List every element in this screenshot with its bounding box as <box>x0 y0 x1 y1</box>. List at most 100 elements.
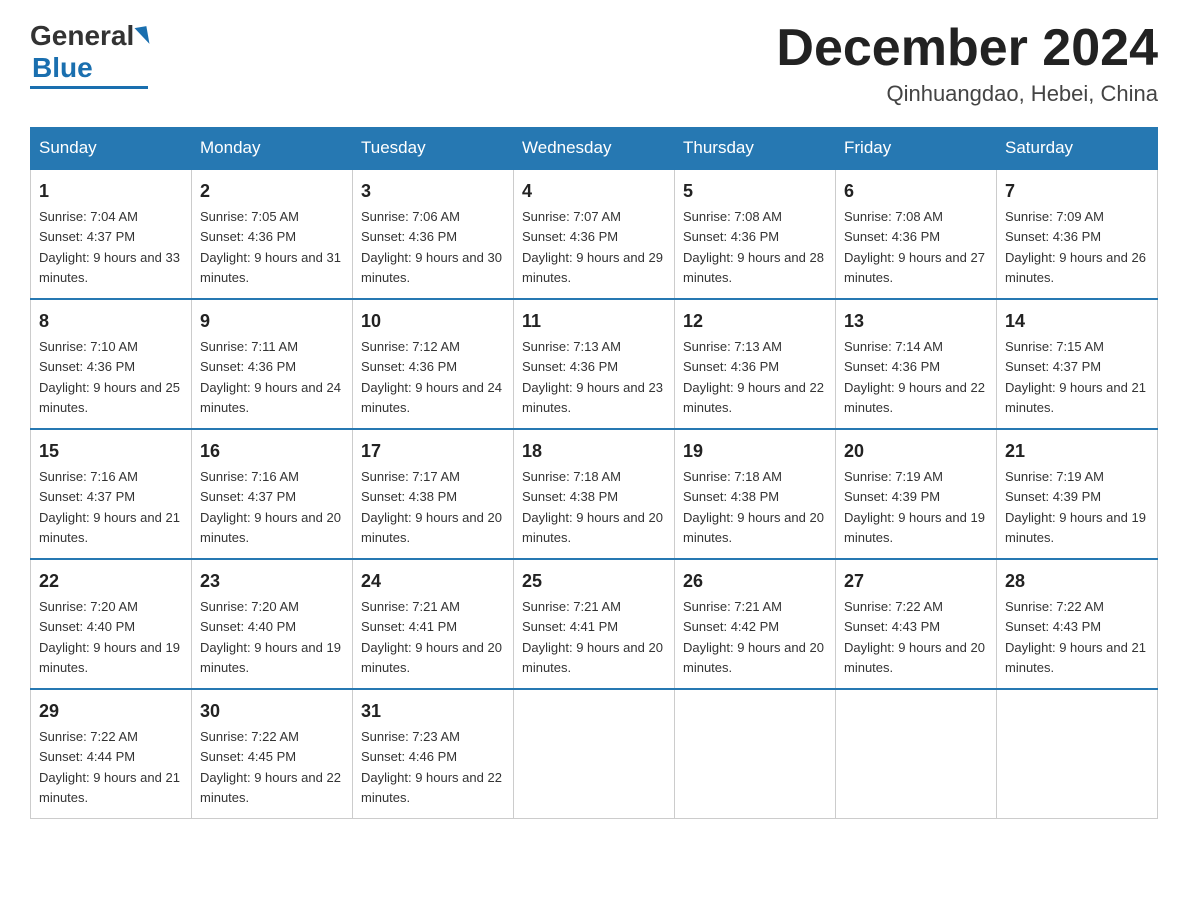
day-info: Sunrise: 7:08 AMSunset: 4:36 PMDaylight:… <box>844 209 985 285</box>
calendar-cell: 28Sunrise: 7:22 AMSunset: 4:43 PMDayligh… <box>997 559 1158 689</box>
day-number: 20 <box>844 438 988 465</box>
calendar-cell <box>836 689 997 819</box>
calendar-cell: 31Sunrise: 7:23 AMSunset: 4:46 PMDayligh… <box>353 689 514 819</box>
calendar-cell: 25 Sunrise: 7:21 AMSunset: 4:41 PMDayligh… <box>514 559 675 689</box>
column-header-tuesday: Tuesday <box>353 128 514 170</box>
day-number: 19 <box>683 438 827 465</box>
day-number: 18 <box>522 438 666 465</box>
day-number: 8 <box>39 308 183 335</box>
calendar-cell <box>675 689 836 819</box>
day-info: Sunrise: 7:05 AMSunset: 4:36 PMDaylight:… <box>200 209 341 285</box>
calendar-cell: 11Sunrise: 7:13 AMSunset: 4:36 PMDayligh… <box>514 299 675 429</box>
day-number: 7 <box>1005 178 1149 205</box>
calendar-cell <box>997 689 1158 819</box>
calendar-cell <box>514 689 675 819</box>
day-info: Sunrise: 7:22 AMSunset: 4:44 PMDaylight:… <box>39 729 180 805</box>
calendar-week-row: 22 Sunrise: 7:20 AMSunset: 4:40 PMDayligh… <box>31 559 1158 689</box>
calendar-cell: 17Sunrise: 7:17 AMSunset: 4:38 PMDayligh… <box>353 429 514 559</box>
day-number: 29 <box>39 698 183 725</box>
calendar-cell: 27Sunrise: 7:22 AMSunset: 4:43 PMDayligh… <box>836 559 997 689</box>
calendar-week-row: 1Sunrise: 7:04 AMSunset: 4:37 PMDaylight… <box>31 169 1158 299</box>
logo: General Blue <box>30 20 148 89</box>
calendar-cell: 23 Sunrise: 7:20 AMSunset: 4:40 PMDayligh… <box>192 559 353 689</box>
day-info: Sunrise: 7:18 AMSunset: 4:38 PMDaylight:… <box>683 469 824 545</box>
day-number: 3 <box>361 178 505 205</box>
day-number: 9 <box>200 308 344 335</box>
calendar-cell: 7Sunrise: 7:09 AMSunset: 4:36 PMDaylight… <box>997 169 1158 299</box>
title-section: December 2024 Qinhuangdao, Hebei, China <box>776 20 1158 107</box>
calendar-week-row: 29 Sunrise: 7:22 AMSunset: 4:44 PMDayligh… <box>31 689 1158 819</box>
logo-arrow-icon <box>135 26 150 46</box>
day-number: 25 <box>522 568 666 595</box>
calendar-cell: 22 Sunrise: 7:20 AMSunset: 4:40 PMDayligh… <box>31 559 192 689</box>
calendar-cell: 21 Sunrise: 7:19 AMSunset: 4:39 PMDayligh… <box>997 429 1158 559</box>
day-number: 24 <box>361 568 505 595</box>
column-header-friday: Friday <box>836 128 997 170</box>
day-info: Sunrise: 7:14 AMSunset: 4:36 PMDaylight:… <box>844 339 985 415</box>
calendar-cell: 8 Sunrise: 7:10 AMSunset: 4:36 PMDaylight… <box>31 299 192 429</box>
calendar-cell: 4Sunrise: 7:07 AMSunset: 4:36 PMDaylight… <box>514 169 675 299</box>
day-info: Sunrise: 7:20 AMSunset: 4:40 PMDaylight:… <box>200 599 341 675</box>
day-number: 13 <box>844 308 988 335</box>
calendar-cell: 18 Sunrise: 7:18 AMSunset: 4:38 PMDayligh… <box>514 429 675 559</box>
day-info: Sunrise: 7:10 AMSunset: 4:36 PMDaylight:… <box>39 339 180 415</box>
logo-text: General <box>30 20 148 52</box>
calendar-cell: 5 Sunrise: 7:08 AMSunset: 4:36 PMDaylight… <box>675 169 836 299</box>
day-info: Sunrise: 7:16 AMSunset: 4:37 PMDaylight:… <box>39 469 180 545</box>
calendar-cell: 9 Sunrise: 7:11 AMSunset: 4:36 PMDaylight… <box>192 299 353 429</box>
day-info: Sunrise: 7:12 AMSunset: 4:36 PMDaylight:… <box>361 339 502 415</box>
day-number: 6 <box>844 178 988 205</box>
day-info: Sunrise: 7:18 AMSunset: 4:38 PMDaylight:… <box>522 469 663 545</box>
calendar-cell: 1Sunrise: 7:04 AMSunset: 4:37 PMDaylight… <box>31 169 192 299</box>
calendar-cell: 12 Sunrise: 7:13 AMSunset: 4:36 PMDayligh… <box>675 299 836 429</box>
calendar-cell: 6 Sunrise: 7:08 AMSunset: 4:36 PMDaylight… <box>836 169 997 299</box>
day-info: Sunrise: 7:13 AMSunset: 4:36 PMDaylight:… <box>683 339 824 415</box>
day-number: 12 <box>683 308 827 335</box>
day-info: Sunrise: 7:20 AMSunset: 4:40 PMDaylight:… <box>39 599 180 675</box>
calendar-cell: 2Sunrise: 7:05 AMSunset: 4:36 PMDaylight… <box>192 169 353 299</box>
day-number: 17 <box>361 438 505 465</box>
day-number: 22 <box>39 568 183 595</box>
day-info: Sunrise: 7:08 AMSunset: 4:36 PMDaylight:… <box>683 209 824 285</box>
calendar-week-row: 15Sunrise: 7:16 AMSunset: 4:37 PMDayligh… <box>31 429 1158 559</box>
column-header-thursday: Thursday <box>675 128 836 170</box>
day-info: Sunrise: 7:19 AMSunset: 4:39 PMDaylight:… <box>1005 469 1146 545</box>
day-number: 10 <box>361 308 505 335</box>
calendar-cell: 20 Sunrise: 7:19 AMSunset: 4:39 PMDayligh… <box>836 429 997 559</box>
day-info: Sunrise: 7:11 AMSunset: 4:36 PMDaylight:… <box>200 339 341 415</box>
day-number: 14 <box>1005 308 1149 335</box>
calendar-cell: 15Sunrise: 7:16 AMSunset: 4:37 PMDayligh… <box>31 429 192 559</box>
day-info: Sunrise: 7:22 AMSunset: 4:43 PMDaylight:… <box>1005 599 1146 675</box>
calendar-cell: 16Sunrise: 7:16 AMSunset: 4:37 PMDayligh… <box>192 429 353 559</box>
calendar-cell: 26 Sunrise: 7:21 AMSunset: 4:42 PMDayligh… <box>675 559 836 689</box>
column-header-monday: Monday <box>192 128 353 170</box>
day-number: 16 <box>200 438 344 465</box>
day-info: Sunrise: 7:21 AMSunset: 4:41 PMDaylight:… <box>361 599 502 675</box>
day-info: Sunrise: 7:21 AMSunset: 4:42 PMDaylight:… <box>683 599 824 675</box>
calendar-header-row: SundayMondayTuesdayWednesdayThursdayFrid… <box>31 128 1158 170</box>
calendar-cell: 13 Sunrise: 7:14 AMSunset: 4:36 PMDayligh… <box>836 299 997 429</box>
day-number: 21 <box>1005 438 1149 465</box>
day-info: Sunrise: 7:04 AMSunset: 4:37 PMDaylight:… <box>39 209 180 285</box>
day-info: Sunrise: 7:15 AMSunset: 4:37 PMDaylight:… <box>1005 339 1146 415</box>
day-number: 26 <box>683 568 827 595</box>
calendar-cell: 30Sunrise: 7:22 AMSunset: 4:45 PMDayligh… <box>192 689 353 819</box>
page-header: General Blue December 2024 Qinhuangdao, … <box>30 20 1158 107</box>
calendar-cell: 10 Sunrise: 7:12 AMSunset: 4:36 PMDayligh… <box>353 299 514 429</box>
day-number: 31 <box>361 698 505 725</box>
day-number: 23 <box>200 568 344 595</box>
month-title: December 2024 <box>776 20 1158 77</box>
column-header-sunday: Sunday <box>31 128 192 170</box>
day-number: 11 <box>522 308 666 335</box>
day-info: Sunrise: 7:21 AMSunset: 4:41 PMDaylight:… <box>522 599 663 675</box>
calendar-cell: 19 Sunrise: 7:18 AMSunset: 4:38 PMDayligh… <box>675 429 836 559</box>
day-number: 27 <box>844 568 988 595</box>
location-subtitle: Qinhuangdao, Hebei, China <box>776 81 1158 107</box>
day-info: Sunrise: 7:22 AMSunset: 4:45 PMDaylight:… <box>200 729 341 805</box>
day-info: Sunrise: 7:19 AMSunset: 4:39 PMDaylight:… <box>844 469 985 545</box>
day-number: 5 <box>683 178 827 205</box>
calendar-cell: 24 Sunrise: 7:21 AMSunset: 4:41 PMDayligh… <box>353 559 514 689</box>
calendar-cell: 14 Sunrise: 7:15 AMSunset: 4:37 PMDayligh… <box>997 299 1158 429</box>
column-header-saturday: Saturday <box>997 128 1158 170</box>
calendar-cell: 29 Sunrise: 7:22 AMSunset: 4:44 PMDayligh… <box>31 689 192 819</box>
